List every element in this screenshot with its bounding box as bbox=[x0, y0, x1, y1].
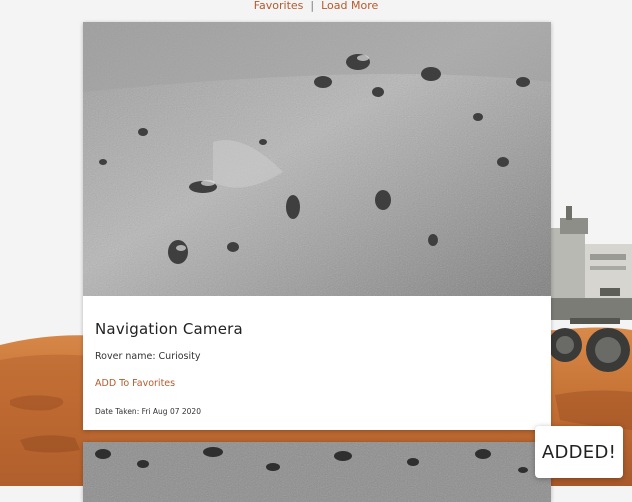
photo-card: Navigation Camera Rover name: Curiosity … bbox=[83, 22, 551, 430]
rover-name: Rover name: Curiosity bbox=[95, 351, 201, 362]
rover-illustration bbox=[548, 206, 632, 372]
camera-name: Navigation Camera bbox=[95, 320, 243, 338]
next-mars-photo bbox=[83, 442, 551, 502]
card-body: Navigation Camera Rover name: Curiosity … bbox=[83, 320, 551, 416]
load-more-link[interactable]: Load More bbox=[321, 0, 378, 12]
favorites-link[interactable]: Favorites bbox=[254, 0, 304, 12]
mars-photo bbox=[83, 22, 551, 296]
next-photo-card bbox=[83, 442, 551, 502]
add-to-favorites-link[interactable]: ADD To Favorites bbox=[95, 378, 175, 389]
toast-message: ADDED! bbox=[541, 441, 617, 463]
date-taken: Date Taken: Fri Aug 07 2020 bbox=[95, 407, 201, 416]
top-nav: Favorites | Load More bbox=[0, 0, 632, 12]
nav-separator: | bbox=[310, 0, 315, 12]
added-toast: ADDED! bbox=[535, 426, 623, 478]
